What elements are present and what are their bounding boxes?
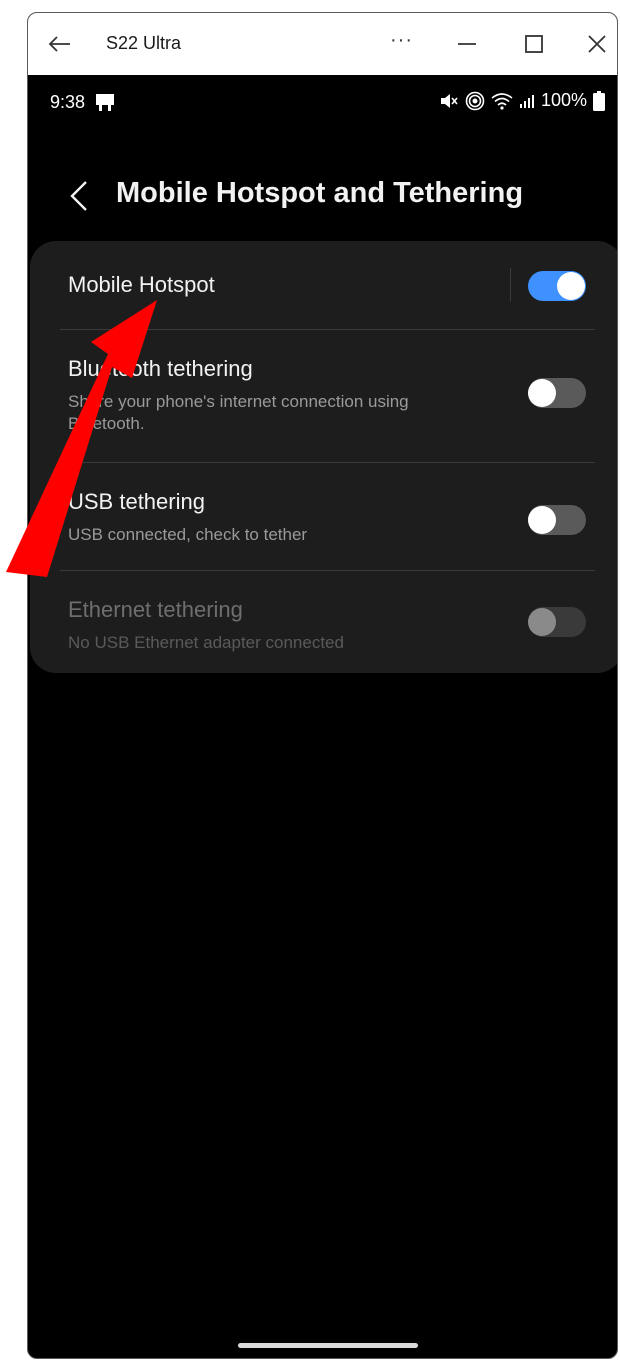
chevron-left-icon[interactable] [68,179,90,213]
home-indicator[interactable] [238,1343,418,1348]
setting-mobile-hotspot[interactable]: Mobile Hotspot [30,241,617,329]
setting-title: Bluetooth tethering [68,356,253,381]
toggle-knob [528,379,556,407]
setting-bluetooth-tethering[interactable]: Bluetooth tethering Share your phone's i… [30,330,617,462]
cast-icon [96,94,114,111]
usb-tethering-toggle[interactable] [528,505,586,535]
ethernet-tethering-toggle [528,607,586,637]
toggle-knob [528,608,556,636]
emulator-window: S22 Ultra ··· 9:38 100% Mobile Hotspot a… [27,12,618,1359]
bluetooth-tethering-toggle[interactable] [528,378,586,408]
setting-title: Mobile Hotspot [68,272,215,297]
setting-title: Ethernet tethering [68,597,243,622]
wifi-icon [491,92,513,110]
back-arrow-icon[interactable] [46,31,72,57]
status-bar: 9:38 100% [28,75,617,127]
setting-subtitle: USB connected, check to tether [68,525,308,544]
status-time: 9:38 [50,92,86,112]
battery-percent: 100% [540,90,587,110]
page-header: Mobile Hotspot and Tethering [28,153,617,233]
mobile-hotspot-toggle[interactable] [528,271,586,301]
close-icon[interactable] [584,31,610,57]
setting-title: USB tethering [68,489,205,514]
setting-usb-tethering[interactable]: USB tethering USB connected, check to te… [30,463,617,570]
battery-icon [593,90,605,111]
toggle-knob [557,272,585,300]
page-title: Mobile Hotspot and Tethering [116,177,524,209]
toggle-knob [528,506,556,534]
vertical-separator [510,268,511,302]
minimize-icon[interactable] [454,31,480,57]
setting-ethernet-tethering: Ethernet tethering No USB Ethernet adapt… [30,571,617,673]
window-title: S22 Ultra [106,33,182,53]
setting-subtitle: No USB Ethernet adapter connected [68,633,344,652]
window-titlebar: S22 Ultra ··· [28,13,617,75]
maximize-icon[interactable] [521,31,547,57]
more-icon[interactable]: ··· [390,29,413,52]
setting-subtitle: Share your phone's internet connection u… [68,392,409,433]
status-icons: 100% [439,90,605,111]
signal-icon [519,94,534,108]
settings-card: Mobile Hotspot Bluetooth tethering Share… [30,241,617,673]
mute-icon [440,93,458,108]
hotspot-icon [465,91,485,110]
